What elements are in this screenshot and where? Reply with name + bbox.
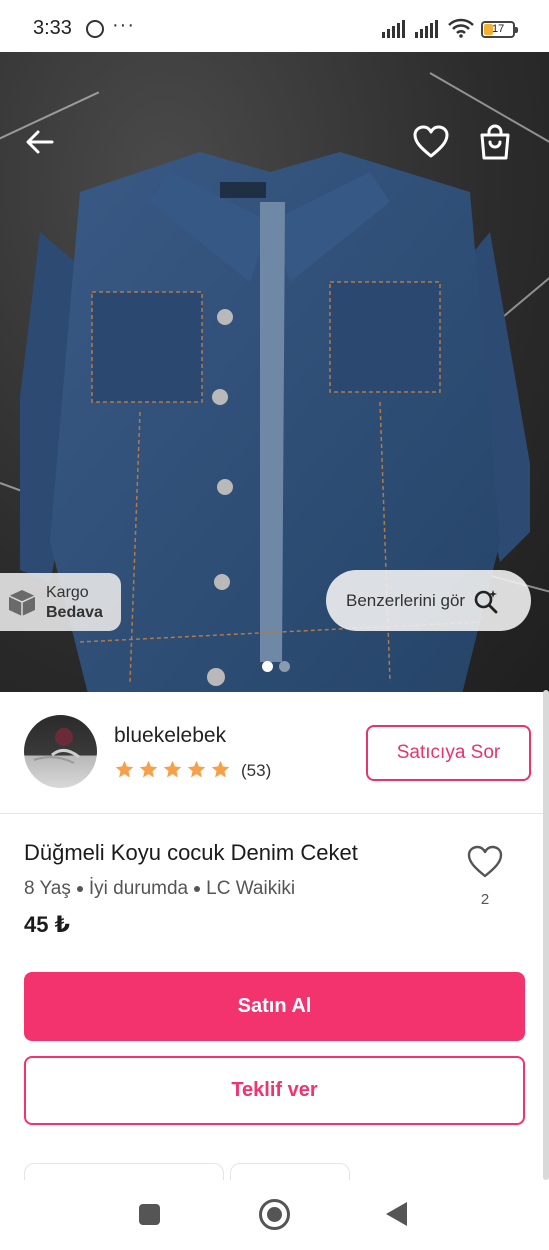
free-label: Bedava [46,604,103,621]
product-condition: İyi durumda [88,878,189,899]
buy-button[interactable]: Satın Al [24,972,525,1041]
star-icon [211,760,230,778]
see-similar-label: Benzerlerini gör [346,590,466,610]
product-meta: 8 Yaş İyi durumda LC Waikiki [24,878,295,900]
like-count: 2 [480,891,490,908]
system-back-icon[interactable] [386,1202,407,1226]
star-icon [187,760,206,778]
product-brand[interactable]: LC Waikiki [206,878,295,900]
package-icon [8,590,36,616]
signal-icon [382,20,405,38]
pager-dot-active [261,661,273,672]
like-button[interactable]: 2 [464,844,506,908]
status-time: 3:33 [33,17,72,39]
seller-section: bluekelebek (53) Satıcıya Sor [0,692,549,814]
wifi-icon [448,18,474,38]
rating-count: (53) [241,761,272,780]
scrollbar[interactable] [543,690,549,1180]
product-title: Düğmeli Koyu cocuk Denim Ceket [24,840,358,865]
separator-dot [194,886,201,892]
separator-dot [76,886,83,892]
shopping-bag-icon[interactable] [475,122,515,162]
cargo-label: Kargo [46,584,89,601]
ask-seller-button[interactable]: Satıcıya Sor [366,725,531,781]
back-arrow-icon[interactable] [24,126,56,158]
whatsapp-icon [86,20,104,38]
seller-username[interactable]: bluekelebek [114,724,226,748]
pager-dot [278,661,290,672]
sparkle-search-icon [474,589,498,613]
system-navigation-bar [0,1180,549,1250]
home-icon[interactable] [259,1199,290,1230]
battery-icon: 17 [481,21,518,38]
seller-avatar[interactable] [24,715,97,788]
make-offer-button[interactable]: Teklif ver [24,1056,525,1125]
signal-icon [415,20,438,38]
favorite-heart-icon[interactable] [412,124,450,160]
product-price: 45 ₺ [24,912,70,937]
recent-apps-icon[interactable] [139,1204,160,1225]
status-bar: 3:33 ··· 17 [0,0,549,52]
product-image-carousel[interactable]: Kargo Bedava Benzerlerini gör [0,52,549,692]
star-icon [163,760,182,778]
see-similar-button[interactable]: Benzerlerini gör [326,570,531,631]
heart-outline-icon [467,845,503,878]
star-icon [139,760,158,778]
product-size: 8 Yaş [24,878,71,899]
image-pager [0,661,549,672]
seller-rating-stars [114,759,231,780]
star-icon [115,760,134,778]
more-notifications-icon: ··· [112,14,135,36]
free-shipping-badge: Kargo Bedava [0,573,121,631]
battery-level: 17 [492,23,505,35]
